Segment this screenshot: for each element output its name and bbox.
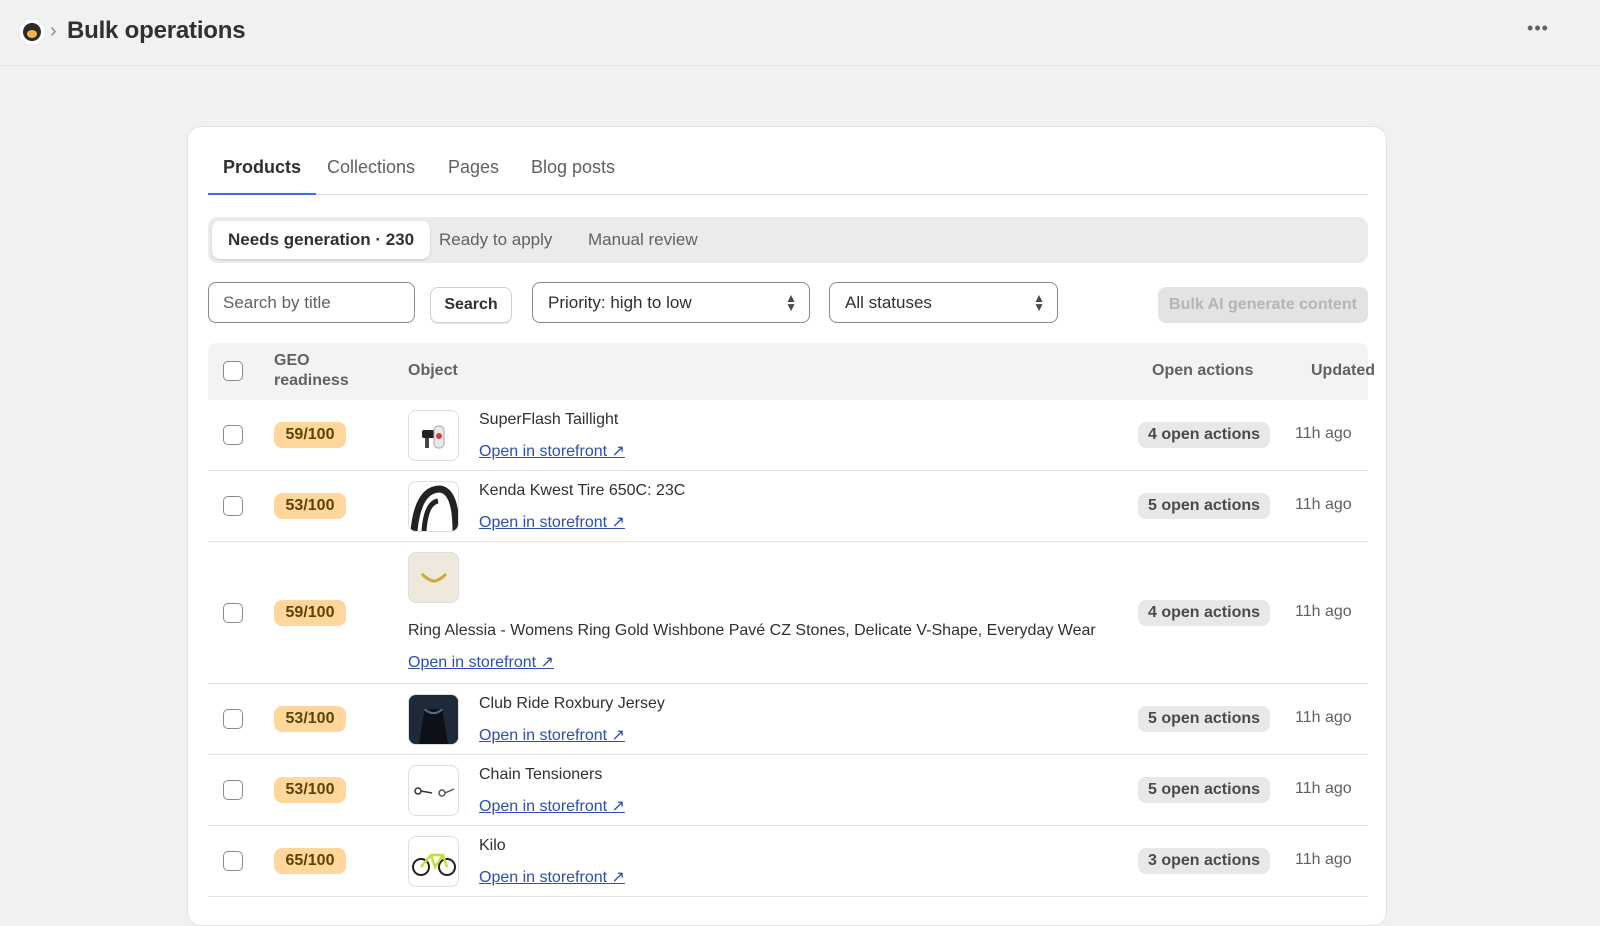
column-open-actions[interactable]: Open actions (1152, 362, 1253, 380)
page-title: Bulk operations (67, 17, 246, 44)
updated-time: 11h ago (1295, 425, 1352, 442)
updated-time: 11h ago (1295, 603, 1352, 620)
open-in-storefront-link[interactable]: Open in storefront ↗ (479, 512, 625, 532)
more-actions-button[interactable]: ••• (1522, 18, 1554, 46)
product-name: Kenda Kwest Tire 650C: 23C (479, 482, 686, 499)
open-in-storefront-link[interactable]: Open in storefront ↗ (408, 652, 554, 672)
column-geo-readiness[interactable]: GEO readiness (274, 351, 349, 391)
updated-time: 11h ago (1295, 709, 1352, 726)
geo-score-badge: 53/100 (274, 493, 346, 519)
open-in-storefront-link[interactable]: Open in storefront ↗ (479, 725, 625, 745)
column-geo-line2: readiness (274, 372, 349, 389)
open-in-storefront-link[interactable]: Open in storefront ↗ (479, 867, 625, 887)
object-type-tabs: Products Collections Pages Blog posts (208, 147, 1368, 195)
open-actions-badge[interactable]: 3 open actions (1138, 848, 1271, 874)
open-actions-badge[interactable]: 4 open actions (1138, 422, 1271, 448)
table-row[interactable]: 53/100 Chain Tensioners Open in storefro… (208, 755, 1368, 826)
tab-blog-posts[interactable]: Blog posts (516, 147, 630, 195)
table-row[interactable]: 65/100 Kilo Open in storefront ↗ 3 open … (208, 826, 1368, 897)
status-segmented-control: Needs generation · 230 Ready to apply Ma… (208, 217, 1368, 263)
product-name: Kilo (479, 837, 506, 854)
row-checkbox[interactable] (223, 496, 243, 516)
sort-select[interactable]: Priority: high to low ▲ ▼ (532, 282, 810, 323)
table-header: GEO readiness Object Open actions Update… (208, 343, 1375, 400)
row-checkbox[interactable] (223, 851, 243, 871)
open-actions-badge[interactable]: 5 open actions (1138, 706, 1271, 732)
search-button[interactable]: Search (430, 287, 512, 323)
open-actions-badge[interactable]: 5 open actions (1138, 777, 1271, 803)
geo-score-badge: 65/100 (274, 848, 346, 874)
row-checkbox[interactable] (223, 603, 243, 623)
breadcrumb-chevron-icon: › (50, 20, 57, 42)
open-in-storefront-link[interactable]: Open in storefront ↗ (479, 796, 625, 816)
product-name: SuperFlash Taillight (479, 411, 619, 428)
status-filter-value: All statuses (845, 293, 932, 312)
geo-score-badge: 53/100 (274, 777, 346, 803)
table-row[interactable]: 53/100 Club Ride Roxbury Jersey Open in … (208, 684, 1368, 755)
select-all-checkbox[interactable] (223, 361, 243, 381)
geo-score-badge: 59/100 (274, 422, 346, 448)
open-actions-badge[interactable]: 5 open actions (1138, 493, 1271, 519)
segment-ready-to-apply[interactable]: Ready to apply (423, 221, 568, 259)
product-name: Ring Alessia - Womens Ring Gold Wishbone… (408, 622, 1096, 639)
bike-thumb (408, 836, 459, 887)
sort-select-value: Priority: high to low (548, 293, 692, 312)
tab-products[interactable]: Products (208, 147, 317, 195)
column-object[interactable]: Object (408, 362, 458, 380)
column-geo-line1: GEO (274, 352, 310, 369)
open-actions-badge[interactable]: 4 open actions (1138, 600, 1271, 626)
geo-score-badge: 59/100 (274, 600, 346, 626)
search-input[interactable] (208, 282, 415, 323)
product-name: Club Ride Roxbury Jersey (479, 695, 665, 712)
tab-pages[interactable]: Pages (433, 147, 514, 195)
table-row[interactable]: 59/100 SuperFlash Taillight Open in stor… (208, 400, 1368, 471)
segment-needs-generation[interactable]: Needs generation · 230 (212, 221, 431, 259)
top-bar: › Bulk operations ••• (0, 0, 1600, 66)
geo-score-badge: 53/100 (274, 706, 346, 732)
row-checkbox[interactable] (223, 709, 243, 729)
chain-tensioner-thumb (408, 765, 459, 816)
taillight-thumb (408, 410, 459, 461)
updated-time: 11h ago (1295, 496, 1352, 513)
ring-thumb (408, 552, 459, 603)
product-name: Chain Tensioners (479, 766, 603, 783)
open-in-storefront-link[interactable]: Open in storefront ↗ (479, 441, 625, 461)
bulk-ai-generate-button[interactable]: Bulk AI generate content (1158, 287, 1368, 323)
row-checkbox[interactable] (223, 425, 243, 445)
column-updated[interactable]: Updated (1311, 362, 1375, 380)
updated-time: 11h ago (1295, 780, 1352, 797)
table-row[interactable]: 59/100 Ring Alessia - Womens Ring Gold W… (208, 542, 1368, 684)
segment-manual-review[interactable]: Manual review (572, 221, 714, 259)
jersey-thumb (408, 694, 459, 745)
select-chevron-icon: ▲ ▼ (1033, 291, 1045, 314)
app-logo-icon[interactable] (20, 20, 44, 44)
updated-time: 11h ago (1295, 851, 1352, 868)
row-checkbox[interactable] (223, 780, 243, 800)
status-filter-select[interactable]: All statuses ▲ ▼ (829, 282, 1058, 323)
tab-collections[interactable]: Collections (312, 147, 430, 195)
table-row[interactable]: 53/100 Kenda Kwest Tire 650C: 23C Open i… (208, 471, 1368, 542)
select-chevron-icon: ▲ ▼ (785, 291, 797, 314)
tire-thumb (408, 481, 459, 532)
bulk-operations-card: Products Collections Pages Blog posts Ne… (187, 126, 1387, 926)
